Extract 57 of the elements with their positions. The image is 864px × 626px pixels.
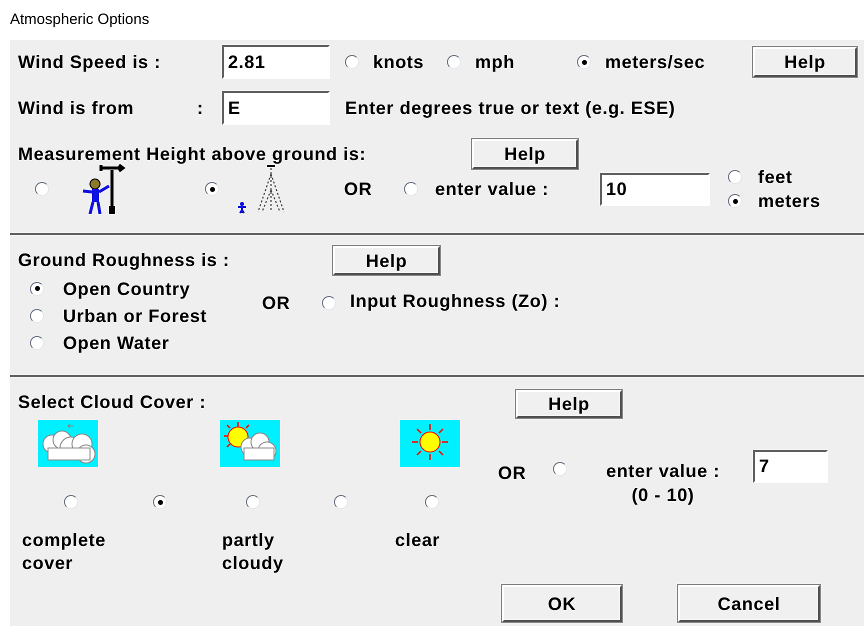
or-label: OR [498,464,528,482]
radio-button[interactable] [345,55,359,69]
option-label: feet [758,168,792,186]
option-label: Open Water [63,334,170,352]
window-title: Atmospheric Options [9,10,150,30]
input-field[interactable]: 7 [753,450,828,483]
section-label: Select Cloud Cover : [18,393,208,414]
radio-button[interactable] [30,282,44,296]
radio-button[interactable] [30,336,44,350]
radio-button[interactable] [30,308,44,322]
hint-text: Enter degrees true or text (e.g. ESE) [345,99,676,117]
radio-button[interactable] [35,182,49,196]
help-button[interactable]: Help [753,47,857,77]
field-label: enter value : [606,462,720,480]
radio-button[interactable] [246,495,260,509]
option-label: meters/sec [605,53,706,71]
cloud-icon [38,420,98,467]
field-label: Input Roughness (Zo) : [350,292,560,310]
help-button[interactable]: Help [472,139,578,169]
section-label: Measurement Height above ground is: [18,145,368,163]
option-label: mph [475,53,515,71]
option-label: Urban or Forest [63,306,208,324]
input-field[interactable]: 10 [600,172,710,206]
help-button[interactable]: Help [333,246,440,275]
range-hint: (0 - 10) [632,486,694,504]
or-label: OR [344,180,374,198]
colon-label: : [197,99,205,117]
or-label: OR [262,294,292,312]
radio-button[interactable] [728,170,742,184]
radio-button[interactable] [322,296,336,310]
radio-button[interactable] [577,55,591,69]
sun-behind-cloud-icon [220,420,280,467]
option-label: meters [758,192,821,210]
section-label: Ground Roughness is : [18,251,231,272]
caption-text: partly cloudy [222,529,284,575]
radio-button[interactable] [153,495,167,509]
ok-button[interactable]: OK [502,585,622,622]
radio-button[interactable] [425,495,439,509]
input-field[interactable]: E [222,91,330,125]
field-label: Wind Speed is : [18,53,162,71]
radio-button[interactable] [553,462,567,476]
field-label: enter value : [435,180,550,198]
caption-text: clear [395,529,440,552]
field-label: Wind is from [18,99,136,117]
option-label: Open Country [63,280,190,298]
radio-button[interactable] [334,495,348,509]
radio-button[interactable] [64,495,78,509]
option-label: knots [373,53,424,71]
radio-button[interactable] [728,194,742,208]
input-field[interactable]: 2.81 [222,45,330,79]
radio-button[interactable] [447,55,461,69]
sun-icon [400,420,460,467]
cancel-button[interactable]: Cancel [678,585,820,622]
radio-button[interactable] [404,182,418,196]
help-button[interactable]: Help [516,390,622,418]
caption-text: complete cover [22,529,106,575]
radio-button[interactable] [205,182,219,196]
